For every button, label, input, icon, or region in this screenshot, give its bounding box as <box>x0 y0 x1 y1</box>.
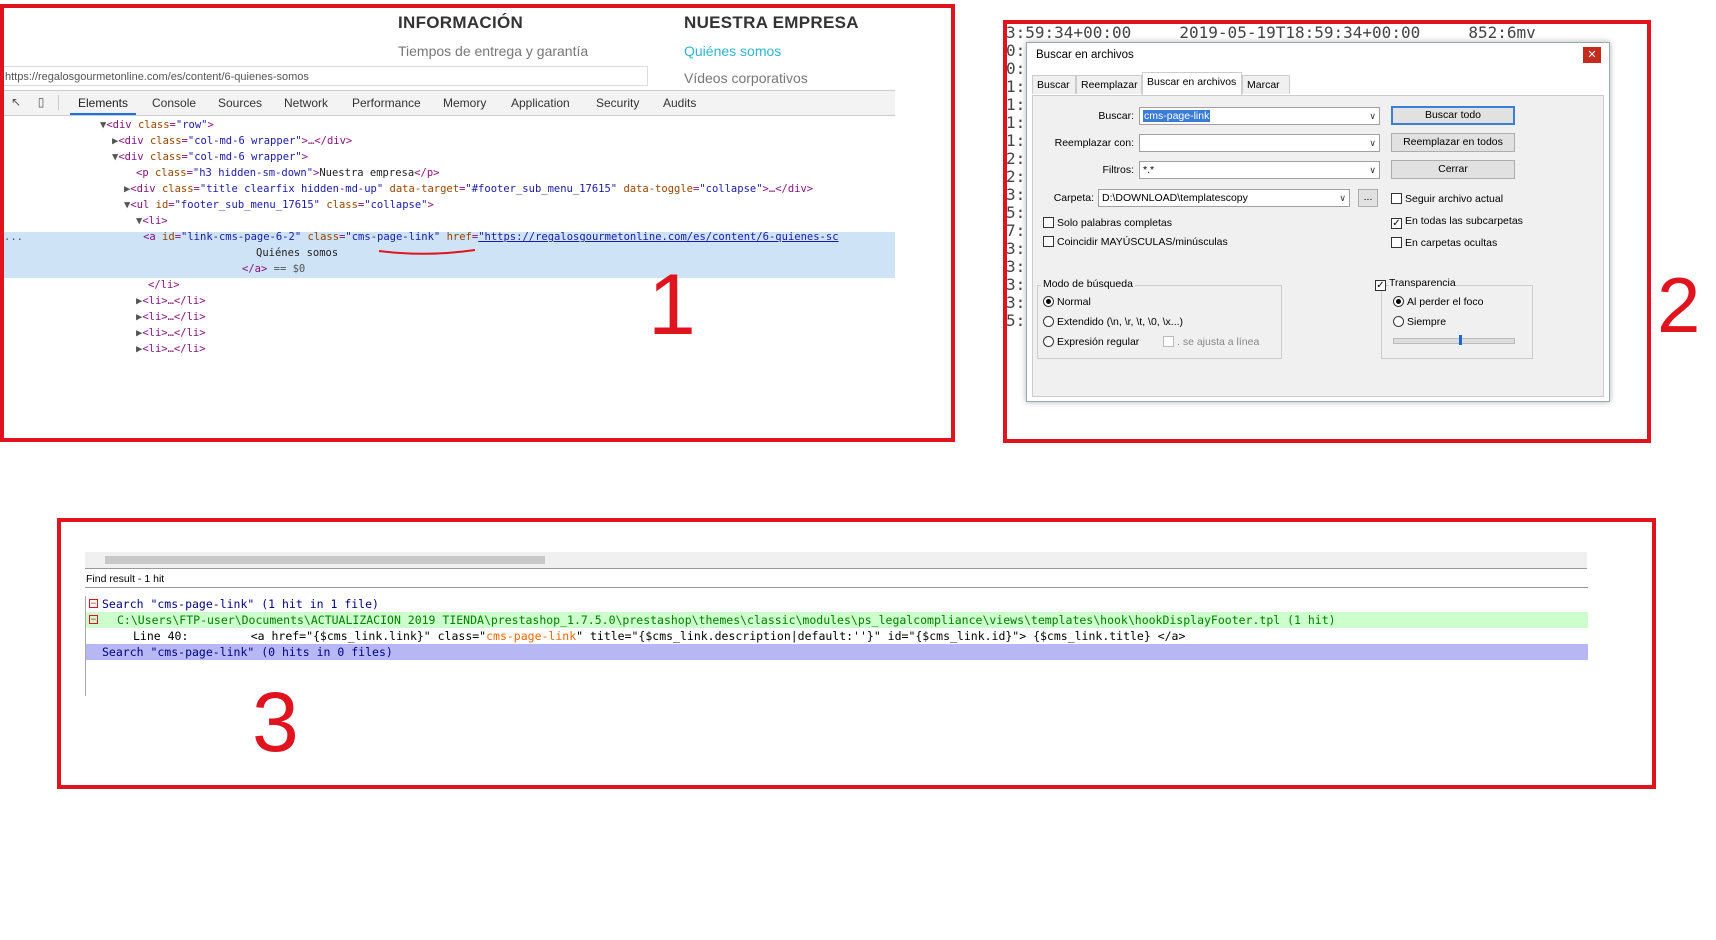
annotation-number-1: 1 <box>648 257 696 353</box>
annotation-frame-1 <box>0 4 955 442</box>
annotation-number-3: 3 <box>252 675 299 769</box>
annotation-frame-2 <box>1003 20 1651 443</box>
annotation-number-2: 2 <box>1657 261 1701 349</box>
